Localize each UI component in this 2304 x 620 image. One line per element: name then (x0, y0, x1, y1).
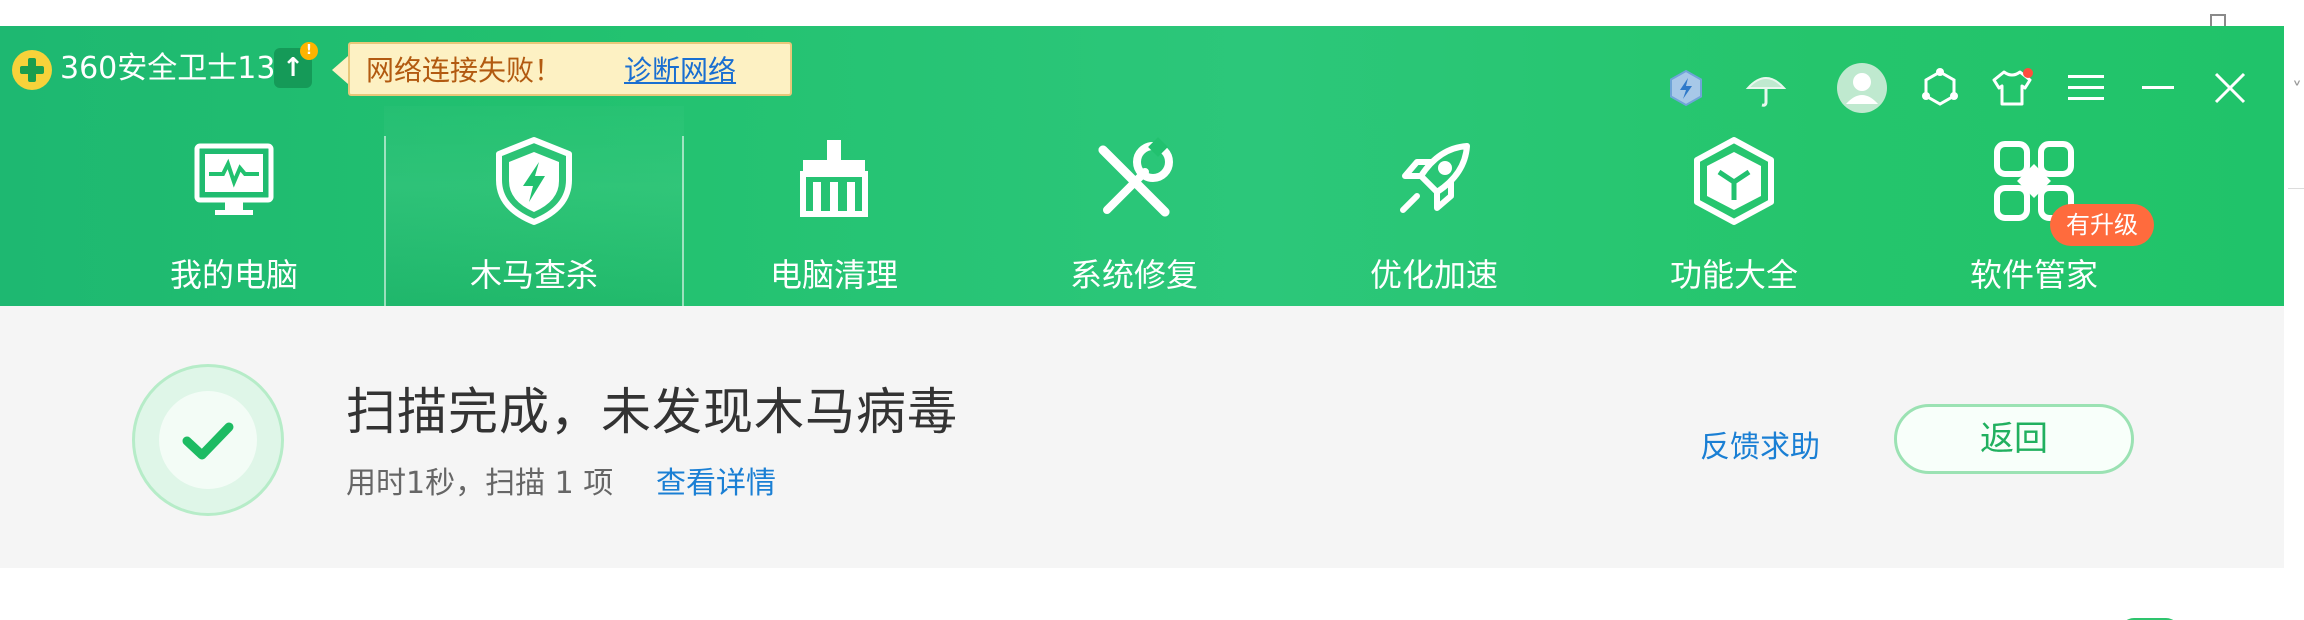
desktop-right-strip (2284, 26, 2304, 620)
umbrella-icon[interactable] (1744, 66, 1788, 110)
app-title: 360安全卫士13 (60, 51, 276, 86)
nav-label: 软件管家 (1969, 256, 2098, 294)
share-nodes-icon[interactable] (1918, 66, 1962, 110)
scan-result-title: 扫描完成，未发现木马病毒 (346, 383, 958, 441)
cube-hexagon-icon (1694, 137, 1774, 225)
upgrade-badge: 有升级 (2050, 204, 2154, 246)
nav-label: 木马查杀 (469, 256, 598, 294)
checkmark-icon (182, 422, 234, 460)
view-details-link[interactable]: 查看详情 (656, 458, 776, 502)
nav-label: 系统修复 (1069, 256, 1198, 294)
network-error-message: 网络连接失败！ (366, 54, 563, 87)
diagnose-network-link[interactable]: 诊断网络 (624, 49, 736, 89)
nav-item-system-repair[interactable]: 系统修复 (984, 106, 1284, 306)
feedback-help-link[interactable]: 反馈求助 (1700, 422, 1820, 466)
360-logo-icon (12, 50, 52, 90)
nav-item-cleanup[interactable]: 电脑清理 (684, 106, 984, 306)
upgrade-alert-dot: ! (300, 42, 318, 60)
close-icon[interactable] (2208, 66, 2252, 110)
desktop-background (0, 0, 2304, 26)
background-divider (2288, 188, 2304, 189)
monitor-pulse-icon (194, 143, 274, 215)
nav-item-trojan-scan[interactable]: 木马查杀 (384, 106, 684, 306)
nav-label: 我的电脑 (169, 256, 298, 294)
nav-label: 功能大全 (1669, 256, 1798, 294)
scan-result-subtitle: 用时1秒，扫描 1 项 (346, 466, 614, 501)
skin-shirt-icon[interactable] (1990, 66, 2034, 110)
broom-icon (800, 140, 868, 217)
nav-label: 电脑清理 (769, 256, 898, 294)
nav-item-toolbox[interactable]: 功能大全 (1584, 106, 1884, 306)
menu-icon[interactable] (2064, 66, 2108, 110)
nav-item-my-computer[interactable]: 我的电脑 (84, 106, 384, 306)
nav-label: 优化加速 (1369, 256, 1498, 294)
shield-bolt-icon (496, 137, 572, 225)
check-inner (159, 391, 257, 489)
nav-item-optimize[interactable]: 优化加速 (1284, 106, 1584, 306)
background-chevron-icon: ˅ (2292, 78, 2302, 102)
success-check-icon (132, 364, 284, 516)
minimize-icon[interactable] (2136, 66, 2180, 110)
main-nav: 我的电脑 木马查杀 电脑清理 系统修复 优化加速 功能大全 有升级 软件管家 (0, 106, 2284, 306)
wrench-screwdriver-icon (1098, 137, 1173, 217)
upload-arrow-icon[interactable]: ↑! (274, 42, 318, 88)
app-window: 360安全卫士13 ↑! 网络连接失败！ 诊断网络 我的电脑 木马查杀 电脑清理… (0, 26, 2284, 620)
network-error-tip: 网络连接失败！ 诊断网络 (332, 42, 792, 96)
rocket-icon (1400, 143, 1470, 213)
header: 360安全卫士13 ↑! 网络连接失败！ 诊断网络 我的电脑 木马查杀 电脑清理… (0, 26, 2284, 306)
nav-item-software-manager[interactable]: 有升级 软件管家 (1884, 106, 2184, 306)
back-button[interactable]: 返回 (1894, 404, 2134, 474)
speed-hexagon-icon[interactable] (1664, 66, 1708, 110)
scan-result-panel: 扫描完成，未发现木马病毒 用时1秒，扫描 1 项 查看详情 反馈求助 返回 (0, 306, 2284, 568)
